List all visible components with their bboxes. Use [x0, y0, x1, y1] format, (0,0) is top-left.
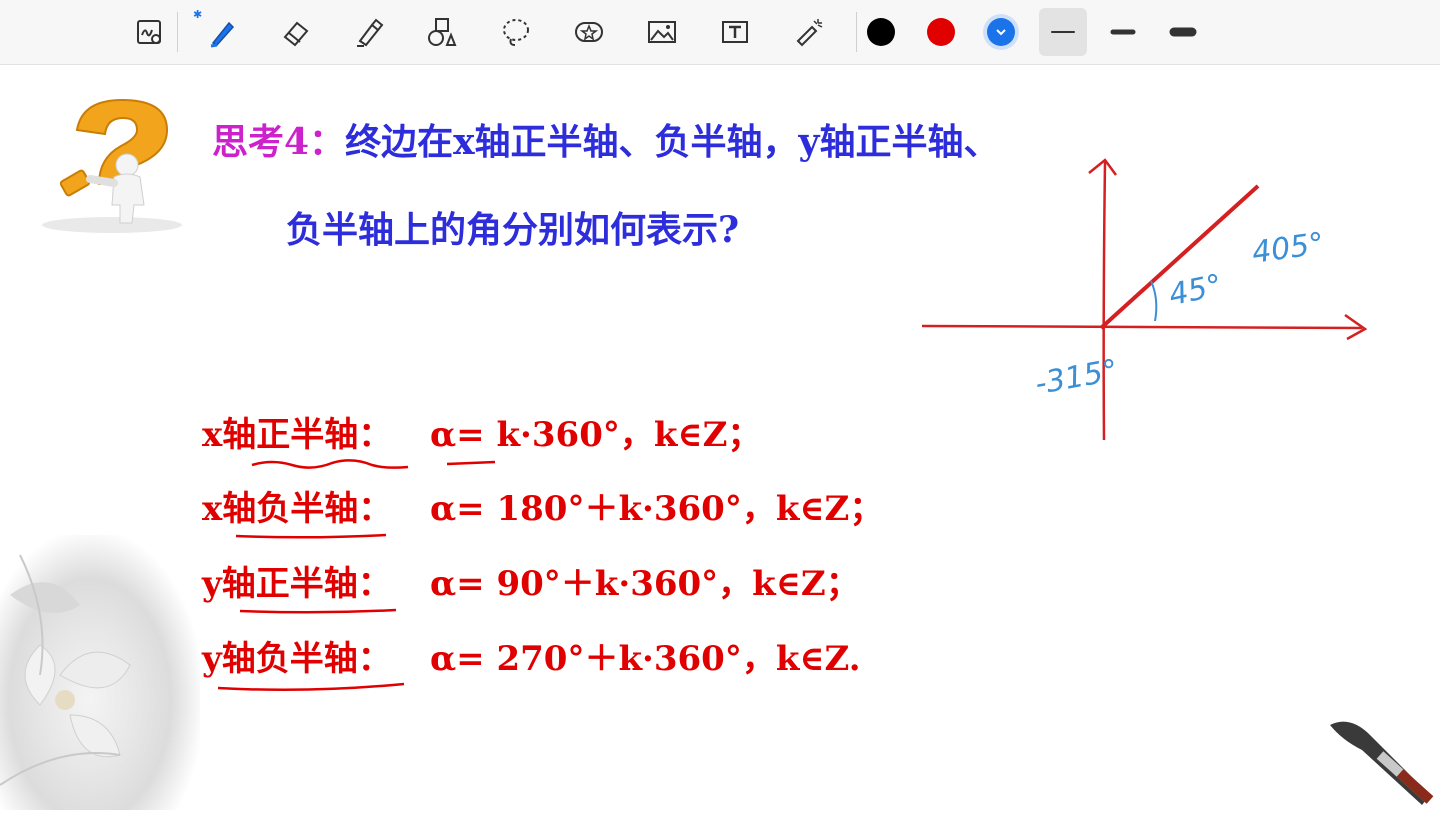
slide-title-line1: 思考4：终边在x轴正半轴、负半轴，y轴正半轴、	[212, 113, 999, 165]
highlighter-icon	[357, 18, 384, 47]
underline-stroke	[251, 459, 409, 469]
stroke-medium-icon	[1110, 29, 1136, 35]
stroke-medium-button[interactable]	[1101, 10, 1145, 54]
chevron-down-icon	[996, 29, 1006, 36]
text-box-icon	[722, 21, 748, 43]
title-prefix: 思考4：	[212, 121, 346, 163]
sticker-button[interactable]	[567, 10, 611, 54]
pen-button[interactable]	[200, 10, 244, 54]
underline-stroke	[239, 608, 397, 614]
brush-icon	[1330, 721, 1434, 805]
formula-label: y轴正半轴：	[202, 564, 392, 604]
pen-icon	[210, 21, 235, 48]
y-axis-stroke	[1102, 161, 1107, 441]
flower-icon	[0, 554, 131, 786]
text-box-button[interactable]	[713, 10, 757, 54]
decorative-blossom-background	[0, 535, 200, 810]
slide-canvas[interactable]: 思考4：终边在x轴正半轴、负半轴，y轴正半轴、 负半轴上的角分别如何表示? x轴…	[0, 65, 1440, 810]
formula-expression: α= 270°＋k·360°，k∈Z.	[430, 639, 861, 679]
x-axis-arrowhead	[1344, 313, 1368, 341]
title-question: 终边在x轴正半轴、负半轴，y轴正半轴、	[345, 121, 1000, 163]
formula-row: x轴正半轴： α= k·360°，k∈Z；	[202, 407, 761, 456]
color-red-swatch[interactable]	[927, 18, 955, 46]
x-axis-stroke	[921, 324, 1363, 330]
slide-title-line2: 负半轴上的角分别如何表示?	[286, 209, 740, 251]
formula-row: x轴负半轴： α= 180°＋k·360°，k∈Z；	[202, 481, 883, 530]
sticker-icon	[575, 22, 603, 42]
laser-pointer-button[interactable]	[787, 10, 831, 54]
formula-row: y轴正半轴： α= 90°＋k·360°，k∈Z；	[202, 556, 860, 605]
highlighter-button[interactable]	[347, 10, 391, 54]
handwriting-recognition-icon	[137, 20, 161, 44]
lasso-button[interactable]	[494, 10, 538, 54]
whiteboard-toolbar: ✱	[0, 0, 1440, 65]
formula-expression: α= 90°＋k·360°，k∈Z；	[430, 564, 860, 604]
angle-label-45: 45°	[1165, 267, 1226, 314]
eraser-icon	[283, 21, 309, 47]
stroke-thick-icon	[1169, 27, 1197, 37]
image-icon	[648, 21, 676, 43]
formula-label: x轴正半轴：	[202, 415, 393, 455]
color-black-swatch[interactable]	[867, 18, 895, 46]
formula-expression: α= 180°＋k·360°，k∈Z；	[430, 489, 884, 529]
stroke-thin-button[interactable]	[1039, 8, 1087, 56]
toolbar-separator	[856, 12, 857, 52]
stroke-thin-icon	[1051, 31, 1075, 33]
image-button[interactable]	[640, 10, 684, 54]
lasso-icon	[503, 19, 529, 46]
y-axis-arrowhead	[1088, 158, 1118, 176]
question-mark-figure-icon	[42, 98, 182, 233]
eraser-button[interactable]	[274, 10, 318, 54]
color-blue-swatch[interactable]	[987, 18, 1015, 46]
underline-stroke	[217, 682, 405, 692]
underline-stroke	[235, 533, 387, 539]
shapes-icon	[428, 18, 457, 46]
formula-label: x轴负半轴：	[202, 489, 393, 529]
handwriting-recognition-button[interactable]	[127, 10, 171, 54]
formula-label: y轴负半轴：	[202, 639, 392, 679]
stroke-thick-button[interactable]	[1161, 10, 1205, 54]
angle-arc-stroke	[1150, 280, 1158, 322]
formula-expression: α= k·360°，k∈Z；	[430, 415, 762, 455]
formula-row: y轴负半轴： α= 270°＋k·360°，k∈Z.	[202, 631, 861, 680]
toolbar-separator	[177, 12, 178, 52]
angle-label-405: 405°	[1249, 226, 1327, 271]
shapes-button[interactable]	[420, 10, 464, 54]
angle-label-negative-315: -315°	[1032, 353, 1121, 402]
underline-stroke	[446, 460, 496, 466]
laser-pointer-icon	[796, 19, 823, 47]
